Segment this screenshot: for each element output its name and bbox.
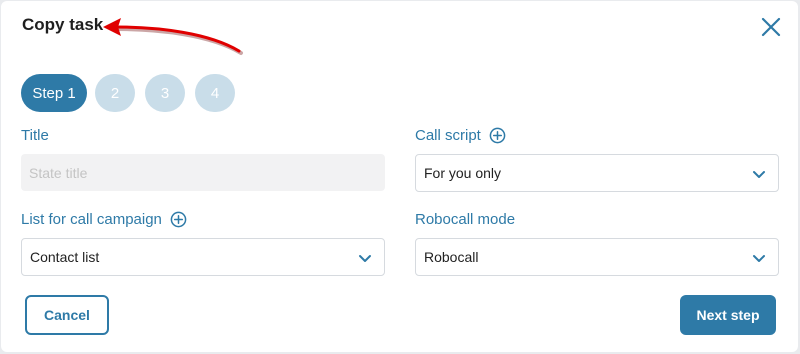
step-4[interactable]: 4 [195, 74, 235, 112]
title-placeholder: State title [29, 164, 88, 181]
chevron-down-icon [753, 171, 765, 178]
call-script-select[interactable]: For you only [415, 154, 779, 192]
title-label-text: Title [21, 127, 49, 144]
chevron-down-icon [359, 255, 371, 262]
title-input[interactable]: State title [21, 154, 385, 191]
step-3[interactable]: 3 [145, 74, 185, 112]
annotation-arrow-icon [103, 18, 243, 55]
step-2[interactable]: 2 [95, 74, 135, 112]
list-label-text: List for call campaign [21, 211, 162, 228]
copy-task-dialog: Copy task Step 1 2 3 4 Title State title… [1, 1, 798, 352]
list-value: Contact list [30, 249, 100, 265]
dialog-title: Copy task [22, 15, 104, 34]
title-label: Title [21, 127, 49, 144]
call-script-label-text: Call script [415, 127, 481, 144]
list-select[interactable]: Contact list [21, 238, 385, 276]
next-step-button[interactable]: Next step [680, 295, 776, 335]
add-call-script-plus-icon[interactable] [489, 127, 506, 144]
robocall-mode-select[interactable]: Robocall [415, 238, 779, 276]
robocall-mode-label: Robocall mode [415, 211, 515, 228]
chevron-down-icon [753, 255, 765, 262]
step-1[interactable]: Step 1 [21, 74, 87, 112]
robocall-mode-label-text: Robocall mode [415, 211, 516, 228]
call-script-value: For you only [424, 165, 502, 181]
call-script-label: Call script [415, 127, 506, 144]
close-icon[interactable] [759, 15, 783, 39]
cancel-button[interactable]: Cancel [25, 295, 109, 335]
add-list-plus-icon[interactable] [170, 211, 187, 228]
robocall-mode-value: Robocall [424, 249, 479, 265]
list-label: List for call campaign [21, 211, 187, 228]
